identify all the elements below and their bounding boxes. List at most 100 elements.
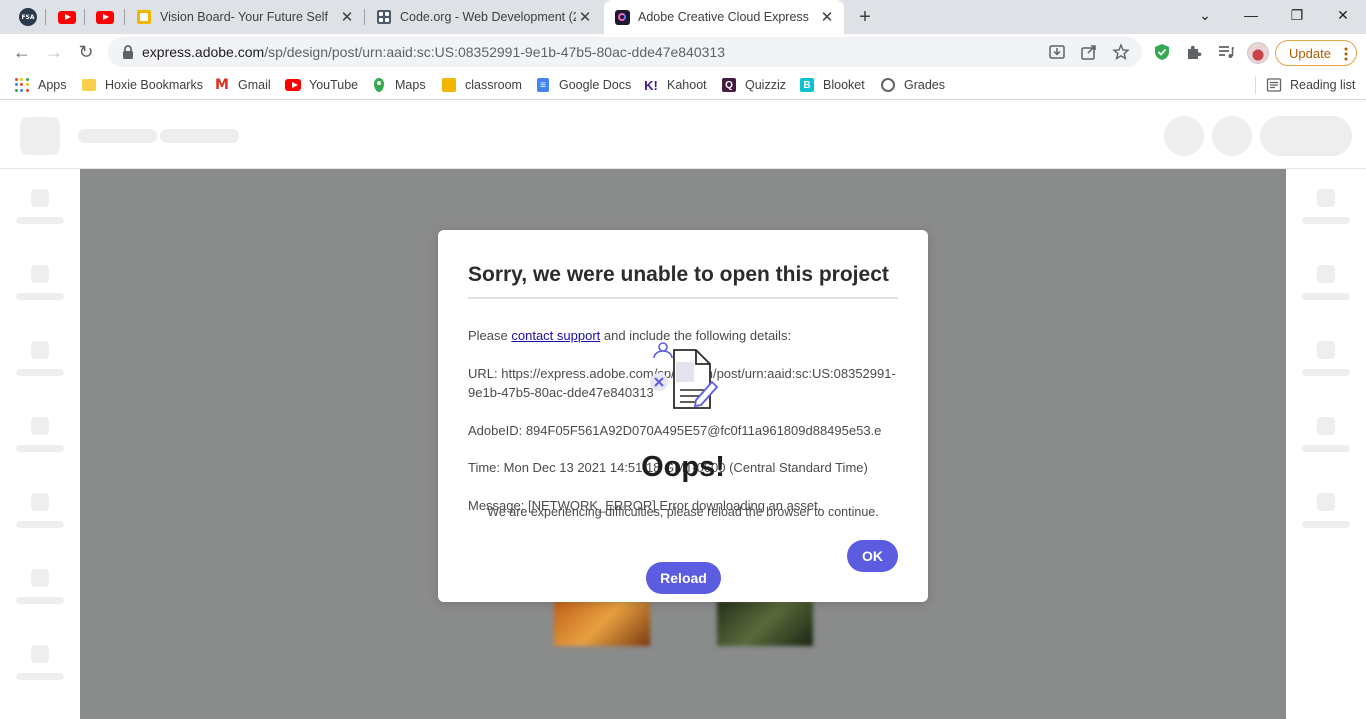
bookmark-label: Maps	[395, 78, 426, 92]
blooket-icon: B	[799, 77, 815, 93]
tab-adobe-express[interactable]: Adobe Creative Cloud Express ✕	[604, 0, 844, 34]
reading-list-button[interactable]: Reading list	[1266, 76, 1355, 94]
tab-title: Adobe Creative Cloud Express	[638, 10, 809, 24]
bookmark-label: Apps	[38, 78, 67, 92]
tab-search-button[interactable]: ⌄	[1182, 0, 1228, 30]
minimize-button[interactable]: —	[1228, 0, 1274, 30]
broken-document-illustration	[650, 342, 719, 409]
tab-separator	[84, 9, 85, 25]
skeleton-avatar	[1212, 116, 1252, 156]
url-text[interactable]: express.adobe.com/sp/design/post/urn:aai…	[142, 44, 725, 60]
bookmark-quizizz[interactable]: Q Quizziz	[721, 76, 786, 94]
folder-icon	[81, 77, 97, 93]
bookmark-label: Hoxie Bookmarks	[105, 78, 203, 92]
oops-message: We are experiencing difficulties, please…	[487, 505, 879, 519]
globe-icon	[880, 77, 896, 93]
skeleton-avatar	[1164, 116, 1204, 156]
tab-separator	[364, 9, 365, 25]
tab-title: Code.org - Web Development (2	[400, 10, 576, 24]
skeleton-logo	[20, 117, 60, 155]
bookmark-gmail[interactable]: M Gmail	[214, 76, 271, 94]
youtube-icon	[96, 10, 114, 24]
url-path: /sp/design/post/urn:aaid:sc:US:08352991-…	[264, 44, 725, 60]
reload-button[interactable]: ↻	[72, 38, 100, 66]
oops-title: Oops!	[641, 451, 725, 483]
bookmark-grades[interactable]: Grades	[880, 76, 945, 94]
bookmark-classroom[interactable]: classroom	[441, 76, 522, 94]
profile-avatar[interactable]	[1247, 42, 1269, 64]
update-label: Update	[1289, 45, 1331, 61]
fsa-icon: FSA	[19, 8, 37, 26]
bookmarks-bar: Apps Hoxie Bookmarks M Gmail YouTube Map…	[0, 70, 1366, 100]
google-docs-icon: ≡	[535, 77, 551, 93]
close-window-button[interactable]: ✕	[1320, 0, 1366, 30]
pinned-tab-youtube[interactable]	[56, 6, 78, 28]
youtube-icon	[58, 10, 76, 24]
tab-separator	[124, 9, 125, 25]
tab-separator	[45, 9, 46, 25]
google-slides-icon	[136, 9, 152, 25]
restore-button[interactable]: ❐	[1274, 0, 1320, 30]
bookmark-label: classroom	[465, 78, 522, 92]
share-icon[interactable]	[1080, 43, 1098, 61]
update-button[interactable]: Update	[1275, 40, 1357, 66]
reading-list-label: Reading list	[1290, 78, 1356, 92]
forward-button[interactable]: →	[40, 38, 68, 66]
bookmark-label: Blooket	[823, 78, 865, 92]
pinned-tab-fsa[interactable]: FSA	[17, 6, 39, 28]
tab-vision-board[interactable]: Vision Board- Your Future Self ✕	[126, 0, 364, 34]
bookmark-label: Quizziz	[745, 78, 786, 92]
browser-toolbar: ← → ↻ express.adobe.com/sp/design/post/u…	[0, 34, 1366, 70]
maps-icon	[371, 77, 387, 93]
dialog-divider	[468, 297, 898, 299]
skeleton-header	[0, 101, 1366, 169]
reading-list-icon	[1266, 78, 1282, 92]
bookmarks-separator	[1255, 76, 1256, 94]
skeleton-left-rail	[0, 169, 80, 719]
back-button[interactable]: ←	[8, 38, 36, 66]
dialog-title: Sorry, we were unable to open this proje…	[468, 263, 889, 286]
skeleton-title	[78, 129, 157, 143]
bookmark-hoxie[interactable]: Hoxie Bookmarks	[81, 76, 203, 94]
kahoot-icon: K!	[644, 77, 658, 93]
apps-grid-icon	[14, 77, 30, 93]
error-dialog: Sorry, we were unable to open this proje…	[438, 230, 928, 602]
more-menu-icon	[1344, 47, 1348, 61]
bookmark-label: Grades	[904, 78, 945, 92]
contact-support-link[interactable]: contact support	[511, 328, 600, 343]
shield-extension-icon[interactable]	[1152, 42, 1172, 62]
bookmark-google-docs[interactable]: ≡ Google Docs	[535, 76, 631, 94]
blurred-thumbnail	[717, 600, 813, 646]
bookmark-apps[interactable]: Apps	[14, 76, 67, 94]
new-tab-button[interactable]: +	[854, 6, 876, 28]
pinned-tab-youtube-2[interactable]	[94, 6, 116, 28]
close-tab-icon[interactable]: ✕	[818, 8, 836, 26]
bookmark-label: Google Docs	[559, 78, 632, 92]
tab-title: Vision Board- Your Future Self	[160, 10, 328, 24]
bookmark-youtube[interactable]: YouTube	[285, 76, 358, 94]
bookmark-star-icon[interactable]	[1112, 43, 1130, 61]
youtube-icon	[285, 77, 301, 93]
media-queue-icon[interactable]	[1216, 42, 1236, 62]
creative-cloud-express-icon	[614, 9, 630, 25]
bookmark-blooket[interactable]: B Blooket	[799, 76, 865, 94]
extensions-puzzle-icon[interactable]	[1184, 42, 1204, 62]
ok-button[interactable]: OK	[847, 540, 898, 572]
classroom-icon	[441, 77, 457, 93]
bookmark-kahoot[interactable]: K! Kahoot	[643, 76, 707, 94]
install-app-icon[interactable]	[1048, 43, 1066, 61]
skeleton-title	[160, 129, 239, 143]
gmail-icon: M	[215, 77, 229, 93]
bookmark-label: YouTube	[309, 78, 359, 92]
bookmark-maps[interactable]: Maps	[371, 76, 426, 94]
tab-strip: FSA Vision Board- Your Future Self ✕ Cod…	[0, 0, 1366, 34]
close-tab-icon[interactable]: ✕	[576, 8, 594, 26]
bookmark-label: Kahoot	[667, 78, 707, 92]
close-tab-icon[interactable]: ✕	[338, 8, 356, 26]
lock-icon	[123, 45, 133, 59]
url-host: express.adobe.com	[142, 44, 265, 60]
tab-code-org[interactable]: Code.org - Web Development (2 ✕	[366, 0, 602, 34]
reload-page-button[interactable]: Reload	[646, 562, 721, 594]
bookmark-label: Gmail	[238, 78, 271, 92]
address-bar[interactable]: express.adobe.com/sp/design/post/urn:aai…	[108, 37, 1142, 67]
